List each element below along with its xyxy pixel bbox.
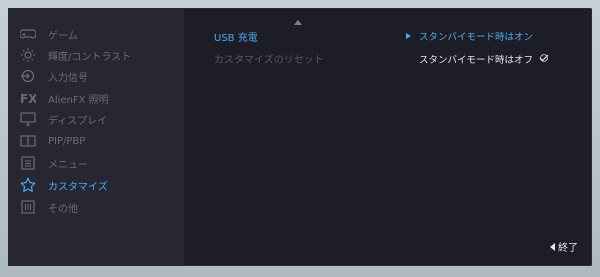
osd-menu: ゲーム 輝度/コントラスト 入力信号 FX AlienFX 照明 ディスプレイ … — [8, 8, 592, 266]
exit-button[interactable]: 終了 — [550, 239, 578, 254]
exit-label: 終了 — [558, 243, 578, 254]
brightness-icon — [18, 47, 38, 63]
menu-item-label: カスタマイズ — [48, 181, 108, 193]
menu-item-label: メニュー — [48, 159, 88, 171]
info-icon — [18, 199, 38, 215]
menu-item-display[interactable]: ディスプレイ — [18, 109, 180, 129]
fx-icon: FX — [18, 90, 38, 106]
submenu-reset-customization[interactable]: カスタマイズのリセット — [214, 51, 324, 66]
svg-text:FX: FX — [20, 92, 36, 104]
option-label: スタンバイモード時はオン — [419, 32, 534, 43]
menu-item-label: その他 — [48, 203, 78, 215]
menu-item-input-source[interactable]: 入力信号 — [18, 66, 180, 86]
menu-item-label: ディスプレイ — [48, 115, 108, 127]
menu-item-customize[interactable]: カスタマイズ — [18, 175, 180, 195]
pip-icon — [18, 133, 38, 149]
display-icon — [18, 111, 38, 127]
gamepad-icon — [18, 26, 38, 42]
main-menu-sidebar: ゲーム 輝度/コントラスト 入力信号 FX AlienFX 照明 ディスプレイ … — [8, 8, 184, 266]
checkmark-icon — [539, 53, 549, 65]
menu-item-game[interactable]: ゲーム — [18, 24, 180, 44]
menu-item-label: ゲーム — [48, 30, 78, 42]
menu-item-pip-pbp[interactable]: PIP/PBP — [18, 131, 180, 151]
menu-item-alienfx-lighting[interactable]: FX AlienFX 照明 — [18, 88, 180, 108]
back-arrow-icon — [550, 242, 555, 251]
menu-item-label: 入力信号 — [48, 72, 88, 84]
menu-item-others[interactable]: その他 — [18, 197, 180, 217]
menu-item-label: PIP/PBP — [48, 135, 86, 147]
monitor-bezel: ゲーム 輝度/コントラスト 入力信号 FX AlienFX 照明 ディスプレイ … — [0, 0, 600, 277]
input-icon — [18, 68, 38, 84]
menu-icon — [18, 155, 38, 171]
menu-item-label: AlienFX 照明 — [48, 94, 109, 106]
submenu-usb-charging[interactable]: USB 充電 — [214, 29, 258, 44]
star-icon — [18, 177, 38, 193]
scroll-up-arrow-icon[interactable] — [294, 20, 302, 25]
option-off-in-standby[interactable]: スタンバイモード時はオフ — [406, 52, 549, 66]
option-on-in-standby[interactable]: スタンバイモード時はオン — [406, 29, 533, 43]
menu-item-menu[interactable]: メニュー — [18, 153, 180, 173]
option-label: スタンバイモード時はオフ — [419, 55, 534, 66]
menu-item-label: 輝度/コントラスト — [48, 51, 132, 63]
menu-item-brightness-contrast[interactable]: 輝度/コントラスト — [18, 45, 180, 65]
selection-marker-icon — [406, 33, 411, 39]
